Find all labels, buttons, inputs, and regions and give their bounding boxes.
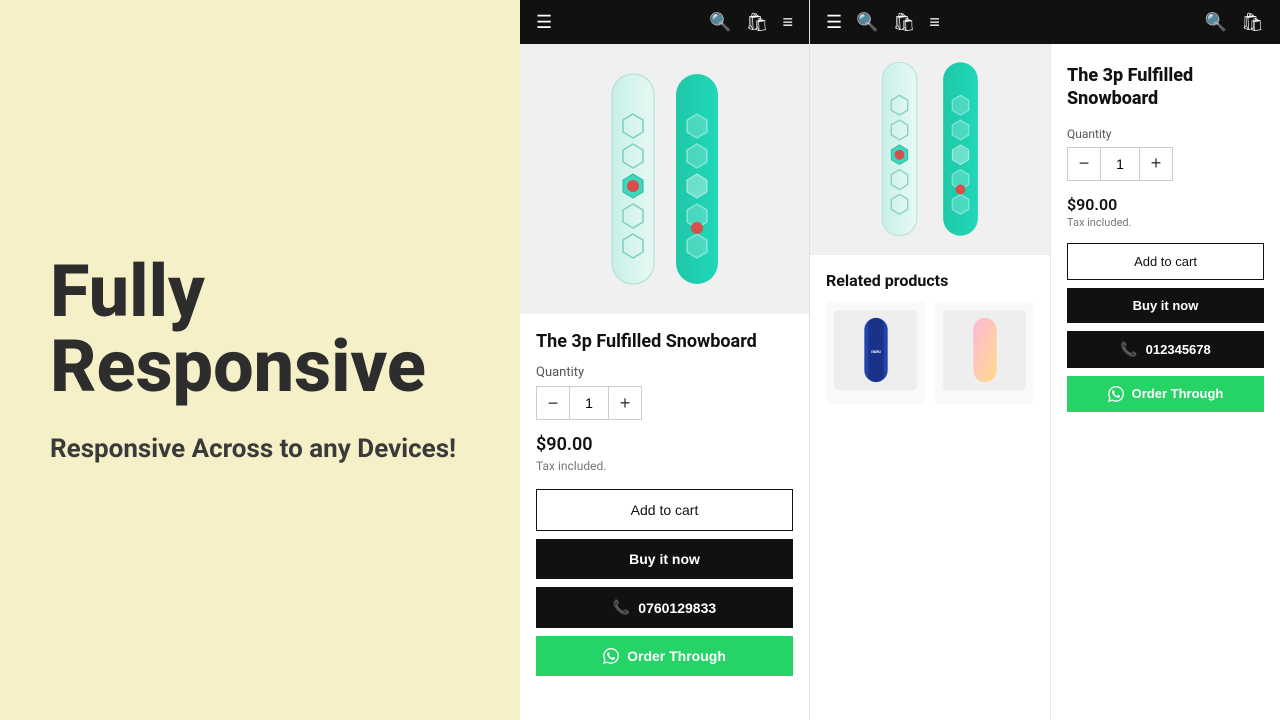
- mobile-qty-input[interactable]: [569, 387, 609, 419]
- desktop-content: Related products nuru: [810, 44, 1280, 720]
- mobile-nav-left-icons: ☰: [536, 12, 552, 33]
- snowboard-pair: [604, 64, 726, 294]
- snowboard-2: [668, 64, 726, 294]
- mobile-qty-label: Quantity: [536, 365, 793, 380]
- menu-icon[interactable]: ☰: [536, 12, 552, 33]
- left-panel: FullyResponsive Responsive Across to any…: [0, 0, 520, 720]
- desktop-product-images: [810, 44, 1050, 254]
- mobile-order-through-label: Order Through: [627, 648, 726, 664]
- desktop-nav-left: ☰ 🔍 🛍 ≡: [826, 12, 940, 33]
- desktop-snowboard-pair: [872, 54, 988, 244]
- pane-left: ☰ 🔍 🛍 ≡: [520, 0, 810, 720]
- sidebar-qty-label: Quantity: [1067, 127, 1264, 141]
- phone-icon: 📞: [613, 599, 630, 616]
- desktop-nav: ☰ 🔍 🛍 ≡ 🔍 🛍: [810, 0, 1280, 44]
- desktop-right-search-icon[interactable]: 🔍: [1205, 12, 1227, 33]
- related-product-1[interactable]: nuru: [826, 302, 925, 404]
- related-products-list: nuru: [826, 302, 1034, 404]
- browser-split: ☰ 🔍 🛍 ≡: [520, 0, 1280, 720]
- mobile-product-title: The 3p Fulfilled Snowboard: [536, 330, 793, 353]
- desktop-top: Related products nuru: [810, 44, 1280, 720]
- desktop-snowboard-2: [933, 54, 988, 244]
- browser-wrap: ☰ 🔍 🛍 ≡: [520, 0, 1280, 720]
- sidebar-buy-now-button[interactable]: Buy it now: [1067, 288, 1264, 323]
- mobile-qty-control: − +: [536, 386, 642, 420]
- mobile-qty-increase[interactable]: +: [609, 387, 641, 419]
- sidebar-phone-button[interactable]: 📞 012345678: [1067, 331, 1264, 368]
- mobile-tax: Tax included.: [536, 459, 793, 473]
- mobile-phone-button[interactable]: 📞 0760129833: [536, 587, 793, 628]
- related-product-2[interactable]: [935, 302, 1034, 404]
- sidebar-whatsapp-button[interactable]: Order Through: [1067, 376, 1264, 412]
- related-section: Related products nuru: [810, 254, 1050, 420]
- snowboard-1: [604, 64, 662, 294]
- sidebar-qty-decrease[interactable]: −: [1068, 148, 1100, 180]
- sidebar-order-through-label: Order Through: [1132, 386, 1224, 401]
- headline: FullyResponsive: [50, 254, 470, 405]
- sidebar-qty-input[interactable]: [1100, 148, 1140, 180]
- pane-right: ☰ 🔍 🛍 ≡ 🔍 🛍: [810, 0, 1280, 720]
- desktop-lines-icon[interactable]: ≡: [929, 12, 940, 33]
- sidebar-phone-icon: 📞: [1120, 341, 1137, 358]
- sidebar-whatsapp-icon: [1108, 386, 1124, 402]
- sidebar-qty-control: − +: [1067, 147, 1173, 181]
- sidebar-product-title: The 3p Fulfilled Snowboard: [1067, 64, 1264, 111]
- related-product-2-image: [943, 310, 1026, 390]
- desktop-nav-right: 🔍 🛍: [1205, 12, 1264, 33]
- mobile-nav-center-icons: 🔍 🛍 ≡: [709, 12, 793, 33]
- desktop-menu-icon[interactable]: ☰: [826, 12, 842, 33]
- svg-text:nuru: nuru: [871, 349, 881, 355]
- whatsapp-icon: [603, 648, 619, 664]
- mobile-qty-decrease[interactable]: −: [537, 387, 569, 419]
- mobile-whatsapp-button[interactable]: Order Through: [536, 636, 793, 676]
- desktop-cart-icon[interactable]: 🛍: [893, 12, 916, 33]
- desktop-main: Related products nuru: [810, 44, 1050, 720]
- mobile-phone-number: 0760129833: [638, 600, 716, 616]
- cart-icon[interactable]: 🛍: [746, 12, 769, 33]
- sidebar-qty-increase[interactable]: +: [1140, 148, 1172, 180]
- mobile-add-to-cart-button[interactable]: Add to cart: [536, 489, 793, 531]
- mobile-buy-now-button[interactable]: Buy it now: [536, 539, 793, 579]
- sidebar-price: $90.00: [1067, 195, 1264, 214]
- sidebar-phone-number: 012345678: [1146, 342, 1211, 357]
- mobile-product-info: The 3p Fulfilled Snowboard Quantity − + …: [520, 314, 809, 692]
- related-title: Related products: [826, 271, 1034, 290]
- desktop-right-cart-icon[interactable]: 🛍: [1241, 12, 1264, 33]
- sidebar-add-to-cart-button[interactable]: Add to cart: [1067, 243, 1264, 280]
- related-product-1-image: nuru: [834, 310, 917, 390]
- mobile-nav: ☰ 🔍 🛍 ≡: [520, 0, 809, 44]
- mobile-product-images: [520, 44, 809, 314]
- desktop-sidebar: The 3p Fulfilled Snowboard Quantity − + …: [1050, 44, 1280, 720]
- subheadline: Responsive Across to any Devices!: [50, 433, 470, 467]
- related-snowboard-1: nuru: [851, 315, 901, 385]
- desktop-snowboard-1: [872, 54, 927, 244]
- desktop-search-icon[interactable]: 🔍: [856, 12, 878, 33]
- lines-icon[interactable]: ≡: [782, 12, 793, 33]
- mobile-price: $90.00: [536, 434, 793, 455]
- related-snowboard-2: [960, 315, 1010, 385]
- search-icon[interactable]: 🔍: [709, 12, 731, 33]
- sidebar-tax: Tax included.: [1067, 216, 1264, 229]
